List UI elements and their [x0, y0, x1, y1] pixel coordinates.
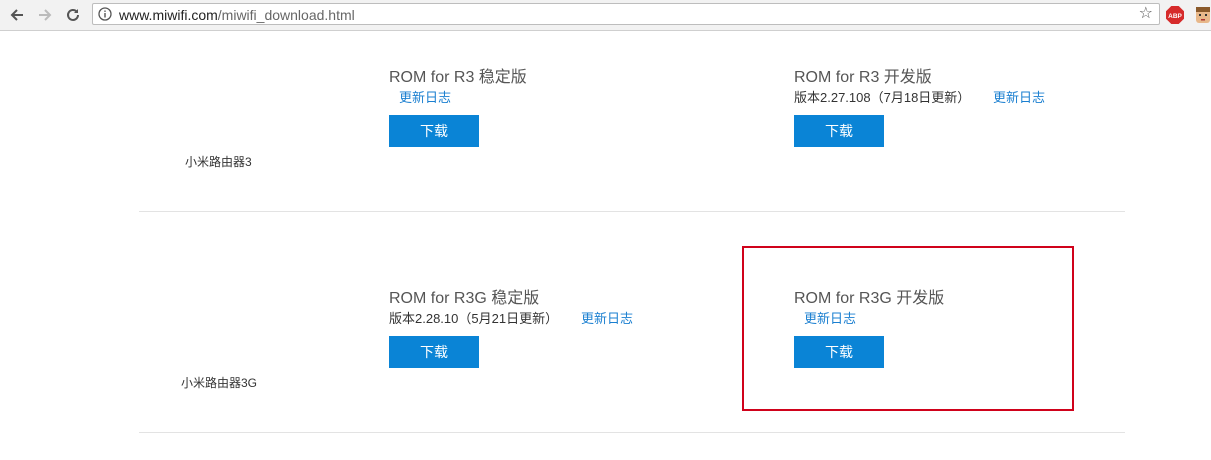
- row-divider: [139, 211, 1125, 212]
- extension-face-icon[interactable]: [1195, 5, 1211, 25]
- bookmark-star-icon[interactable]: ☆: [1139, 6, 1153, 22]
- arrow-left-icon: [10, 9, 23, 21]
- download-button[interactable]: 下载: [794, 115, 884, 147]
- info-icon[interactable]: [98, 7, 112, 21]
- rom-title-stable: ROM for R3G 稳定版: [389, 290, 540, 307]
- reload-icon: [67, 8, 79, 21]
- forward-button[interactable]: [34, 4, 56, 26]
- changelog-link[interactable]: 更新日志: [581, 308, 633, 327]
- abp-label: ABP: [1168, 13, 1182, 20]
- version-text: 版本2.27.108（7月18日更新）: [794, 90, 971, 105]
- url-path: /miwifi_download.html: [217, 7, 355, 23]
- arrow-right-icon: [39, 9, 52, 21]
- reload-button[interactable]: [62, 4, 84, 26]
- browser-toolbar: www.miwifi.com/miwifi_download.html ☆ AB…: [0, 0, 1211, 31]
- url-text[interactable]: www.miwifi.com/miwifi_download.html: [119, 7, 355, 23]
- product-name: 小米路由器3: [185, 155, 252, 169]
- highlight-annotation-box: [742, 246, 1074, 411]
- row-divider: [139, 432, 1125, 433]
- rom-title-dev: ROM for R3 开发版: [794, 69, 932, 86]
- download-button[interactable]: 下载: [389, 115, 479, 147]
- back-button[interactable]: [6, 4, 28, 26]
- url-host: www.miwifi.com: [119, 7, 218, 23]
- adblock-plus-icon[interactable]: ABP: [1166, 6, 1184, 24]
- product-name: 小米路由器3G: [181, 376, 258, 390]
- address-bar[interactable]: www.miwifi.com/miwifi_download.html ☆: [92, 3, 1160, 25]
- download-button[interactable]: 下载: [389, 336, 479, 368]
- version-text: 版本2.28.10（5月21日更新）: [389, 311, 559, 326]
- changelog-link[interactable]: 更新日志: [399, 87, 451, 106]
- changelog-link[interactable]: 更新日志: [993, 87, 1045, 106]
- rom-title-stable: ROM for R3 稳定版: [389, 69, 527, 86]
